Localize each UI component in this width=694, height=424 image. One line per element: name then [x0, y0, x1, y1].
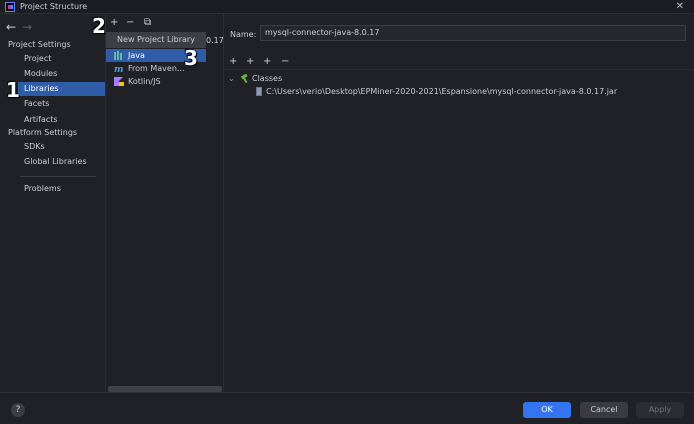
tree-node-jar[interactable]: C:\Users\verio\Desktop\EPMiner-2020-2021… [228, 85, 617, 98]
cancel-button[interactable]: Cancel [580, 402, 628, 418]
sidebar-item-libraries[interactable]: Libraries [18, 82, 105, 96]
chevron-down-icon[interactable]: ⌄ [228, 72, 235, 85]
sidebar-item-global-libraries[interactable]: Global Libraries [22, 155, 105, 169]
hammer-icon [240, 74, 248, 83]
sidebar-item-problems[interactable]: Problems [22, 182, 105, 196]
library-name-field[interactable]: mysql-connector-java-8.0.17 [260, 25, 686, 41]
ok-button[interactable]: OK [523, 402, 571, 418]
section-platform-settings: Platform Settings [8, 128, 78, 137]
section-project-settings: Project Settings [8, 40, 71, 49]
truncated-library-name: 0.17 [206, 36, 224, 45]
window-title: Project Structure [20, 2, 88, 11]
tree-node-label: C:\Users\verio\Desktop\EPMiner-2020-2021… [266, 87, 618, 96]
help-icon[interactable]: ? [11, 403, 25, 417]
add-root-icon[interactable]: + [229, 56, 237, 67]
library-roots-tree: ⌄ Classes C:\Users\verio\Desktop\EPMiner… [228, 72, 617, 98]
add-special-root-icon[interactable]: + [246, 56, 254, 67]
add-external-root-icon[interactable]: + [263, 56, 271, 67]
toolbar-separator [224, 69, 694, 70]
popup-item-label: Java [128, 51, 145, 60]
remove-library-icon[interactable]: − [126, 17, 134, 28]
apply-button[interactable]: Apply [636, 402, 684, 418]
sidebar-item-artifacts[interactable]: Artifacts [22, 113, 105, 127]
annotation-3: 3 [184, 46, 198, 70]
popup-item-kotlin-js[interactable]: Kotlin/JS [106, 75, 206, 88]
settings-sidebar: ← → Project Settings Project Modules Lib… [0, 14, 106, 392]
dialog-button-bar: ? OK Cancel Apply [0, 392, 694, 424]
sidebar-item-sdks[interactable]: SDKs [22, 140, 105, 154]
tree-node-classes[interactable]: ⌄ Classes [228, 72, 617, 85]
sidebar-item-project[interactable]: Project [22, 52, 105, 66]
annotation-1: 1 [6, 78, 20, 102]
jar-file-icon [256, 87, 262, 96]
close-icon[interactable]: ✕ [676, 1, 684, 12]
svg-text:m: m [114, 65, 124, 73]
annotation-2: 2 [92, 14, 106, 38]
popup-item-label: Kotlin/JS [128, 77, 161, 86]
library-details-panel: Name: mysql-connector-java-8.0.17 + + + … [224, 14, 694, 392]
maven-icon: m [114, 65, 124, 73]
add-library-icon[interactable]: + [110, 17, 118, 28]
copy-library-icon[interactable]: ⧉ [144, 17, 151, 28]
name-label: Name: [230, 30, 257, 39]
sidebar-item-modules[interactable]: Modules [22, 67, 105, 81]
title-bar: Project Structure ✕ [0, 0, 694, 14]
intellij-app-icon [5, 2, 15, 12]
kotlin-icon [114, 77, 124, 86]
sidebar-item-facets[interactable]: Facets [22, 97, 105, 111]
back-arrow-icon[interactable]: ← [6, 20, 16, 34]
library-list-panel: + − ⧉ New Project Library 0.17 Java m Fr… [106, 14, 224, 392]
library-icon [114, 51, 122, 60]
tree-node-label: Classes [252, 74, 283, 83]
forward-arrow-icon[interactable]: → [22, 20, 32, 34]
popup-item-label: From Maven... [128, 64, 185, 73]
remove-root-icon[interactable]: − [281, 56, 289, 67]
sidebar-divider [20, 176, 96, 177]
